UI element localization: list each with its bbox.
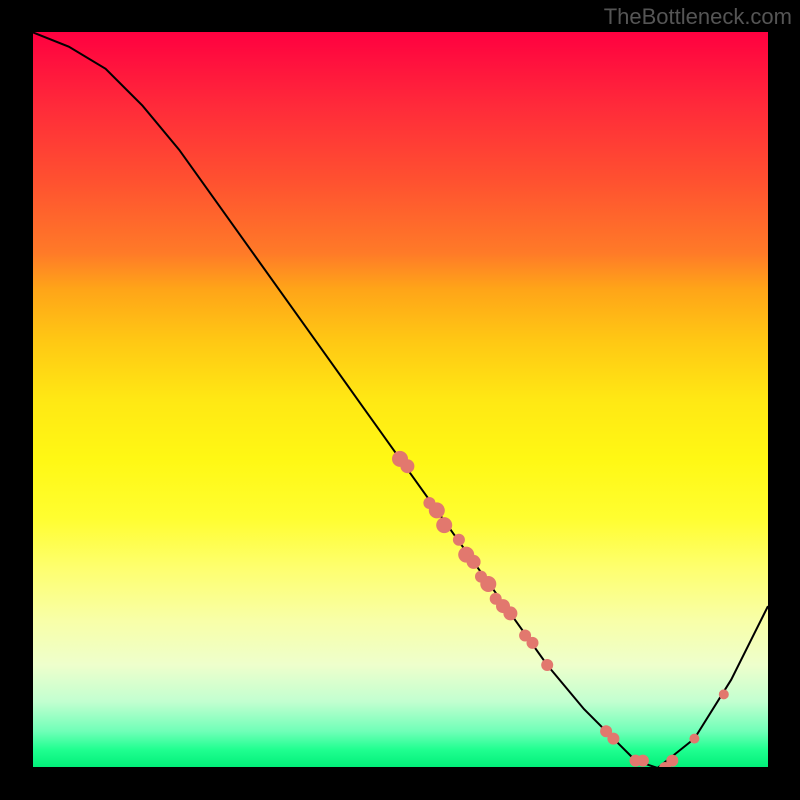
chart-plot-area (32, 32, 768, 768)
data-marker (453, 534, 465, 546)
data-marker (637, 755, 649, 767)
data-marker (527, 637, 539, 649)
watermark-text: TheBottleneck.com (604, 4, 792, 30)
data-marker (436, 517, 452, 533)
data-marker (467, 555, 481, 569)
chart-marker-group (392, 451, 729, 768)
data-marker (503, 606, 517, 620)
data-marker (541, 659, 553, 671)
chart-svg (32, 32, 768, 768)
data-marker (666, 755, 678, 767)
data-marker (689, 734, 699, 744)
data-marker (429, 502, 445, 518)
data-marker (400, 459, 414, 473)
chart-curve-group (32, 32, 768, 768)
data-marker (480, 576, 496, 592)
data-marker (607, 733, 619, 745)
bottleneck-curve (32, 32, 768, 768)
data-marker (719, 689, 729, 699)
